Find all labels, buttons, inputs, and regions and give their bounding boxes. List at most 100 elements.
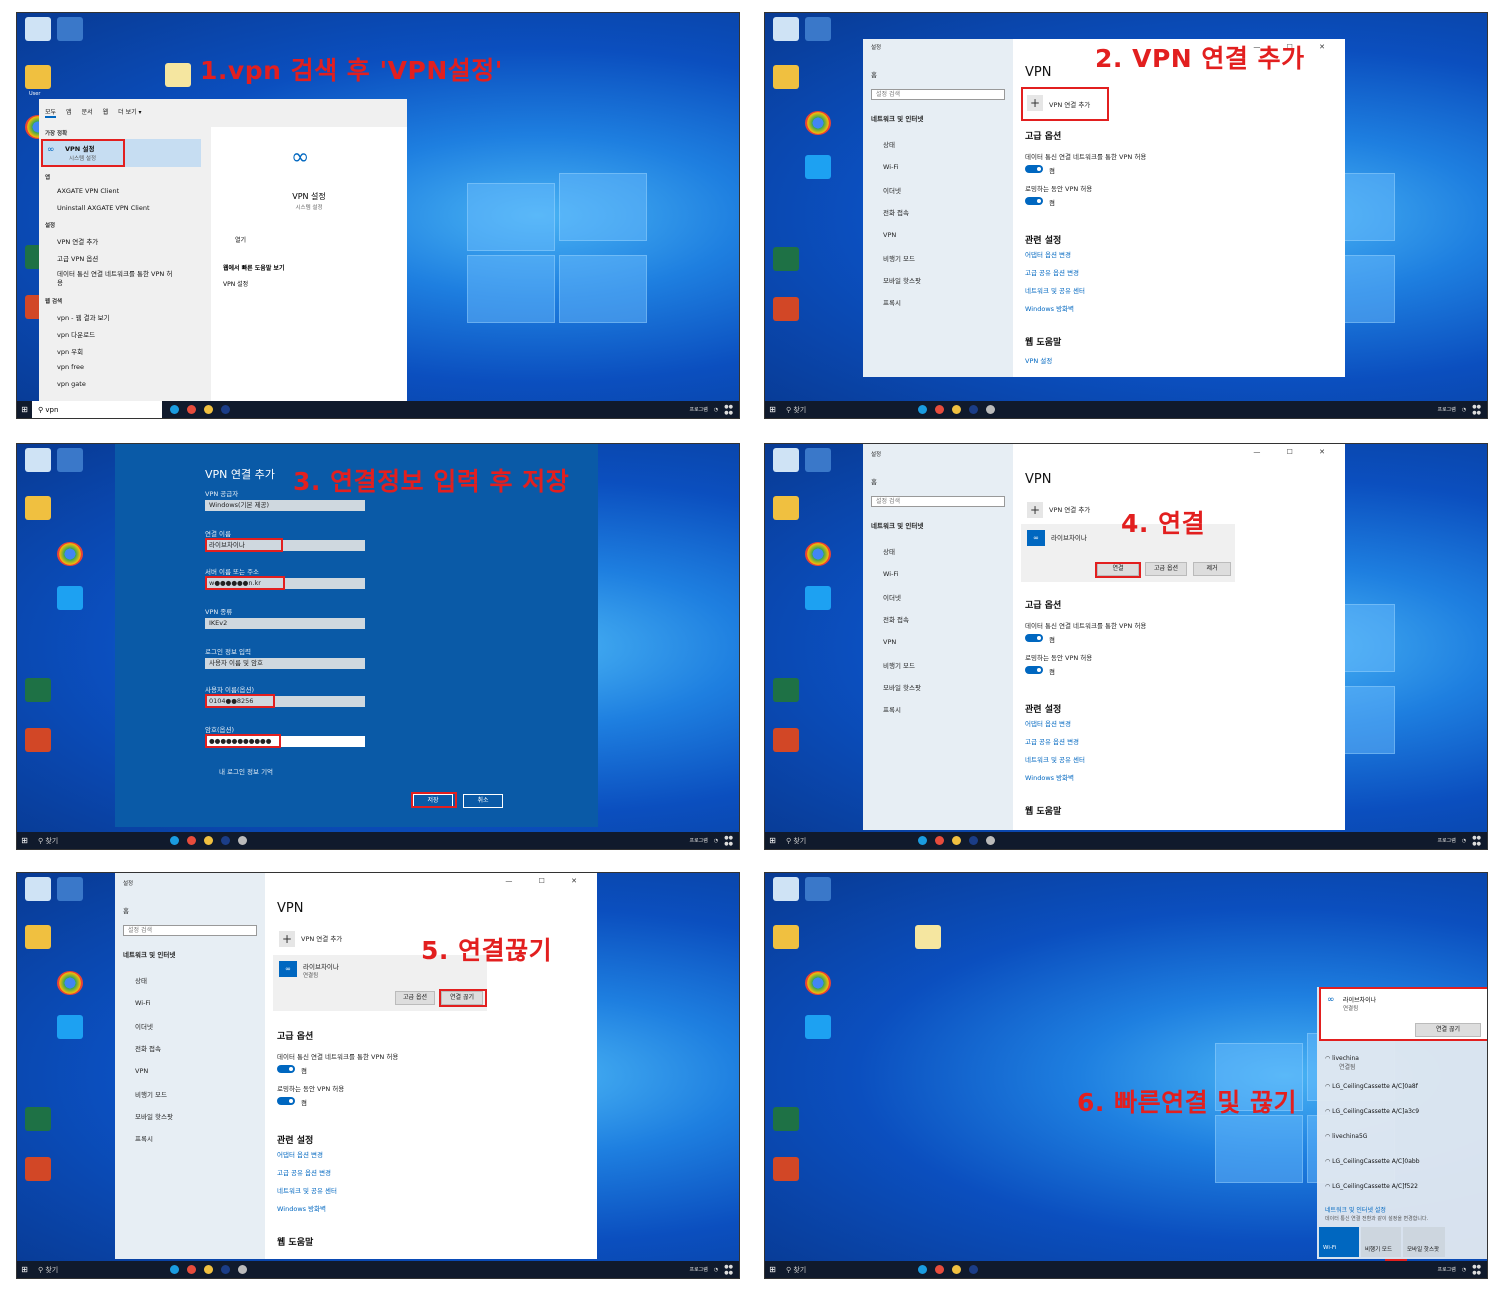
roaming-toggle[interactable] xyxy=(1025,197,1043,205)
gear-icon[interactable] xyxy=(238,836,247,845)
wifi-tile[interactable]: Wi-Fi xyxy=(1319,1227,1359,1257)
chrome-icon[interactable] xyxy=(935,405,944,414)
app-item[interactable]: AXGATE VPN Client xyxy=(57,187,119,195)
web-help-item[interactable]: VPN 설정 xyxy=(223,279,248,288)
add-vpn-icon[interactable]: + xyxy=(1027,502,1043,518)
folder-icon[interactable] xyxy=(204,836,213,845)
related-link[interactable]: 네트워크 및 공유 센터 xyxy=(1025,754,1085,764)
chrome-icon[interactable] xyxy=(187,405,196,414)
related-link[interactable]: 네트워크 및 공유 센터 xyxy=(277,1185,337,1195)
clock[interactable]: ●● ●● xyxy=(724,1264,733,1276)
tab-apps[interactable]: 앱 xyxy=(66,107,72,118)
nav-airplane[interactable]: 비행기 모드 xyxy=(883,253,915,263)
search-input[interactable]: ⚲ 찾기 xyxy=(780,1261,910,1278)
photoshop-icon[interactable] xyxy=(221,836,230,845)
windows-icon[interactable]: ⊞ xyxy=(765,401,780,418)
edge-icon[interactable] xyxy=(918,405,927,414)
recycle-bin-icon[interactable] xyxy=(25,448,51,472)
recycle-bin-icon[interactable] xyxy=(773,448,799,472)
network-icon[interactable]: ◔ xyxy=(714,838,718,844)
tab-all[interactable]: 모두 xyxy=(45,107,57,118)
hancom-icon[interactable] xyxy=(805,448,831,472)
metered-toggle[interactable] xyxy=(277,1065,295,1073)
nav-ethernet[interactable]: 이더넷 xyxy=(135,1021,153,1031)
photoshop-icon[interactable] xyxy=(221,1265,230,1274)
nav-proxy[interactable]: 프록시 xyxy=(883,704,901,714)
clock[interactable]: ●● ●● xyxy=(1472,1264,1481,1276)
user-folder-icon[interactable] xyxy=(25,925,51,949)
remember-checkbox[interactable]: 내 로그인 정보 기억 xyxy=(219,766,273,776)
roaming-toggle[interactable] xyxy=(277,1097,295,1105)
nav-status[interactable]: 상태 xyxy=(135,975,147,985)
metered-toggle[interactable] xyxy=(1025,634,1043,642)
setting-item[interactable]: 데이터 통신 연결 네트워크를 통한 VPN 허용 xyxy=(57,270,177,288)
window-controls[interactable]: — ☐ ✕ xyxy=(1253,448,1337,456)
chrome-icon[interactable] xyxy=(805,111,831,135)
hancom-icon[interactable] xyxy=(805,877,831,901)
nav-airplane[interactable]: 비행기 모드 xyxy=(883,660,915,670)
web-item[interactable]: vpn free xyxy=(57,363,84,371)
photoshop-icon[interactable] xyxy=(969,836,978,845)
related-link[interactable]: 고급 공유 옵션 변경 xyxy=(1025,736,1079,746)
recycle-bin-icon[interactable] xyxy=(25,877,51,901)
open-link[interactable]: 열기 xyxy=(235,235,246,244)
signin-select[interactable]: 사용자 이름 및 암호 xyxy=(205,658,365,669)
powerpoint-icon[interactable] xyxy=(773,297,799,321)
related-link[interactable]: Windows 방화벽 xyxy=(277,1203,326,1213)
ie-icon[interactable] xyxy=(805,155,831,179)
edge-icon[interactable] xyxy=(918,1265,927,1274)
photoshop-icon[interactable] xyxy=(221,405,230,414)
hancom-icon[interactable] xyxy=(805,17,831,41)
nav-ethernet[interactable]: 이더넷 xyxy=(883,185,901,195)
related-link[interactable]: 어댑터 옵션 변경 xyxy=(277,1149,323,1159)
search-input[interactable]: ⚲ 찾기 xyxy=(780,832,910,849)
web-item[interactable]: vpn 우회 xyxy=(57,346,83,356)
chrome-icon[interactable] xyxy=(935,836,944,845)
program-label[interactable]: 프로그램 xyxy=(689,1266,707,1273)
user-folder-icon[interactable] xyxy=(773,925,799,949)
nav-ethernet[interactable]: 이더넷 xyxy=(883,592,901,602)
nav-status[interactable]: 상태 xyxy=(883,546,895,556)
nav-proxy[interactable]: 프록시 xyxy=(883,297,901,307)
airplane-tile[interactable]: 비행기 모드 xyxy=(1361,1227,1401,1257)
ie-icon[interactable] xyxy=(57,1015,83,1039)
tab-docs[interactable]: 문서 xyxy=(82,107,93,118)
folder-icon[interactable] xyxy=(952,836,961,845)
windows-icon[interactable]: ⊞ xyxy=(17,1261,32,1278)
add-vpn-icon[interactable]: + xyxy=(279,931,295,947)
network-icon[interactable]: ◔ xyxy=(1462,407,1466,413)
powerpoint-icon[interactable] xyxy=(25,1157,51,1181)
nav-hotspot[interactable]: 모바일 핫스팟 xyxy=(883,275,921,285)
add-vpn-label[interactable]: VPN 연결 추가 xyxy=(1049,504,1090,514)
photoshop-icon[interactable] xyxy=(969,1265,978,1274)
app-item[interactable]: Uninstall AXGATE VPN Client xyxy=(57,204,150,212)
web-item[interactable]: vpn 다운로드 xyxy=(57,329,95,339)
wifi-item[interactable]: ◠ LG_CeilingCassette A/C]a3c9 xyxy=(1325,1108,1419,1115)
clock[interactable]: ●● ●● xyxy=(1472,835,1481,847)
program-label[interactable]: 프로그램 xyxy=(689,837,707,844)
windows-icon[interactable]: ⊞ xyxy=(765,1261,780,1278)
wifi-item[interactable]: ◠ livechina 연결됨 xyxy=(1325,1055,1359,1071)
settings-search-input[interactable]: 설정 검색 xyxy=(871,89,1005,100)
web-item[interactable]: vpn gate xyxy=(57,380,86,388)
nav-vpn[interactable]: VPN xyxy=(883,638,896,646)
wifi-item[interactable]: ◠ LG_CeilingCassette A/C]0a8f xyxy=(1325,1083,1418,1090)
folder-icon[interactable] xyxy=(952,1265,961,1274)
setting-item[interactable]: VPN 연결 추가 xyxy=(57,236,98,246)
windows-icon[interactable]: ⊞ xyxy=(17,401,32,418)
hotspot-tile[interactable]: 모바일 핫스팟 xyxy=(1403,1227,1445,1257)
user-folder-icon[interactable] xyxy=(25,496,51,520)
excel-icon[interactable] xyxy=(25,1107,51,1131)
wifi-item[interactable]: ◠ LG_CeilingCassette A/C]0abb xyxy=(1325,1158,1420,1165)
network-icon[interactable]: ◔ xyxy=(1462,1267,1466,1273)
gear-icon[interactable] xyxy=(238,1265,247,1274)
network-icon[interactable]: ◔ xyxy=(1462,838,1466,844)
program-label[interactable]: 프로그램 xyxy=(689,406,707,413)
window-controls[interactable]: — ☐ ✕ xyxy=(505,877,589,885)
advanced-button[interactable]: 고급 옵션 xyxy=(1145,562,1187,576)
excel-icon[interactable] xyxy=(25,678,51,702)
related-link[interactable]: 고급 공유 옵션 변경 xyxy=(277,1167,331,1177)
nav-hotspot[interactable]: 모바일 핫스팟 xyxy=(135,1111,173,1121)
search-input[interactable]: ⚲ 찾기 xyxy=(780,401,910,418)
clock[interactable]: ●● ●● xyxy=(724,835,733,847)
